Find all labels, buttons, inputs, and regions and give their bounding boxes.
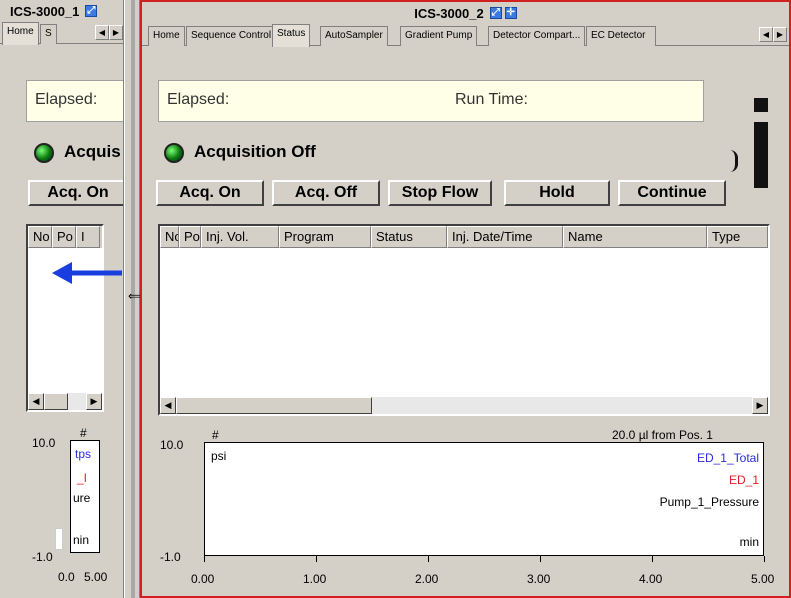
right-tab-row: Home Sequence Control Status AutoSampler… [142, 24, 789, 47]
left-status-led-icon [34, 143, 54, 163]
x-tick-mark [428, 556, 429, 562]
left-col-po[interactable]: Po [52, 226, 76, 248]
left-panel-ics-3000-1: ICS-3000_1 ⤢ Home S ◀ ▶ Elapsed: Acquis … [0, 0, 124, 598]
acq-on-button[interactable]: Acq. On [156, 180, 264, 206]
x-tick-label: 0.00 [191, 572, 215, 586]
pin-icon[interactable]: ✛ [504, 7, 517, 19]
sequence-table-header: No Po Inj. Vol. Program Status Inj. Date… [160, 226, 768, 248]
sequence-table: No Po Inj. Vol. Program Status Inj. Date… [158, 224, 770, 416]
col-po[interactable]: Po [179, 226, 201, 248]
left-elapsed-label: Elapsed: [35, 91, 98, 108]
chart-x-unit: min [739, 535, 759, 549]
run-time-label: Run Time: [455, 91, 528, 108]
tab-autosampler[interactable]: AutoSampler [320, 26, 388, 46]
acquisition-status-label: Acquisition Off [194, 142, 316, 161]
left-legend-total: tps [75, 447, 92, 461]
tab-sequence-control[interactable]: Sequence Control [186, 26, 277, 46]
acquisition-status-led-icon [164, 143, 184, 163]
left-panel-title-text: ICS-3000_1 [10, 3, 80, 19]
left-chart-y-bottom: -1.0 [32, 550, 53, 564]
left-acq-on-button[interactable]: Acq. On [28, 180, 123, 206]
x-tick-mark [316, 556, 317, 562]
indicator-small [754, 98, 768, 112]
left-tab-s[interactable]: S [40, 24, 57, 44]
left-elapsed-box: Elapsed: [26, 80, 123, 122]
x-tick-mark [764, 556, 765, 562]
hold-button[interactable]: Hold [504, 180, 610, 206]
left-col-i[interactable]: I [76, 226, 100, 248]
left-table-scrollbar[interactable]: ◀ ▶ [28, 393, 102, 410]
col-inj-date-time[interactable]: Inj. Date/Time [447, 226, 563, 248]
scroll-thumb[interactable] [176, 397, 372, 414]
left-acquisition-label: Acquis [64, 142, 121, 161]
chart-plot: psi ED_1_Total ED_1 Pump_1_Pressure min [204, 442, 764, 556]
col-type[interactable]: Type [707, 226, 768, 248]
x-tick-label: 4.00 [639, 572, 663, 586]
chart-y-unit: psi [211, 449, 227, 463]
right-tab-scroll-right-icon[interactable]: ▶ [773, 27, 787, 42]
legend-pump-pressure: Pump_1_Pressure [659, 495, 759, 509]
scroll-right-icon[interactable]: ▶ [752, 397, 768, 414]
col-status[interactable]: Status [371, 226, 447, 248]
injection-info: 20.0 µl from Pos. 1 [612, 428, 713, 442]
tab-gradient-pump[interactable]: Gradient Pump [400, 26, 478, 46]
tab-detector-compartment[interactable]: Detector Compart... [488, 26, 586, 46]
right-elapsed-label: Elapsed: [167, 91, 230, 108]
indicator-glyph [730, 150, 738, 172]
sequence-table-scrollbar[interactable]: ◀ ▶ [160, 397, 768, 414]
left-scroll-left-icon[interactable]: ◀ [28, 393, 44, 410]
x-tick-label: 3.00 [527, 572, 551, 586]
stop-flow-button[interactable]: Stop Flow [388, 180, 492, 206]
x-tick-mark [540, 556, 541, 562]
x-tick-label: 5.00 [751, 572, 775, 586]
tab-ec-detector[interactable]: EC Detector [586, 26, 656, 46]
left-sequence-table: No Po I ◀ ▶ [26, 224, 104, 412]
maximize-icon[interactable]: ⤢ [85, 5, 98, 17]
col-no[interactable]: No [160, 226, 179, 248]
drag-left-arrow-icon [52, 262, 122, 284]
left-tab-scroll-left-icon[interactable]: ◀ [95, 25, 109, 40]
continue-button[interactable]: Continue [618, 180, 726, 206]
col-name[interactable]: Name [563, 226, 707, 248]
left-chart-plot: tps _I ure nin [70, 440, 100, 553]
col-program[interactable]: Program [279, 226, 371, 248]
right-panel-title-text: ICS-3000_2 [414, 5, 484, 21]
left-legend-pressure: ure [73, 491, 91, 505]
left-chart-x-0: 0.0 [58, 570, 75, 584]
left-legend-ed1: _I [77, 471, 88, 485]
tab-status[interactable]: Status [272, 24, 311, 47]
chart-y-bottom: -1.0 [160, 550, 181, 564]
left-panel-title[interactable]: ICS-3000_1 ⤢ [0, 0, 123, 22]
right-tab-scroll-left-icon[interactable]: ◀ [759, 27, 773, 42]
left-tab-scroll-right-icon[interactable]: ▶ [109, 25, 123, 40]
left-chart-marker [55, 528, 63, 550]
chart-y-top: 10.0 [160, 438, 184, 452]
left-tab-row: Home S ◀ ▶ [0, 22, 123, 45]
legend-ed1-total: ED_1_Total [696, 451, 759, 465]
left-scroll-right-icon[interactable]: ▶ [86, 393, 102, 410]
left-scroll-thumb[interactable] [44, 393, 68, 410]
x-tick-label: 1.00 [303, 572, 327, 586]
tab-home[interactable]: Home [148, 26, 185, 46]
left-col-no[interactable]: No [28, 226, 52, 248]
scroll-left-icon[interactable]: ◀ [160, 397, 176, 414]
left-table-header: No Po I [28, 226, 102, 248]
x-tick-label: 2.00 [415, 572, 439, 586]
indicator-bar [754, 122, 768, 188]
legend-ed1: ED_1 [728, 473, 759, 487]
left-chart-x-end: 5.00 [84, 570, 108, 584]
x-tick-mark [652, 556, 653, 562]
left-chart-hash: # [80, 426, 87, 440]
right-panel-title[interactable]: ICS-3000_2 ⤢ ✛ [142, 2, 789, 24]
right-panel-ics-3000-2: ICS-3000_2 ⤢ ✛ Home Sequence Control Sta… [140, 0, 791, 598]
left-chart-y-top: 10.0 [32, 436, 56, 450]
acq-off-button[interactable]: Acq. Off [272, 180, 380, 206]
col-inj-vol[interactable]: Inj. Vol. [201, 226, 279, 248]
maximize-icon[interactable]: ⤢ [489, 7, 502, 19]
right-elapsed-box: Elapsed: Run Time: [158, 80, 704, 122]
chart-hash: # [212, 428, 219, 442]
x-tick-mark [204, 556, 205, 562]
left-chart-unit: nin [73, 533, 90, 547]
left-tab-home[interactable]: Home [2, 22, 39, 45]
